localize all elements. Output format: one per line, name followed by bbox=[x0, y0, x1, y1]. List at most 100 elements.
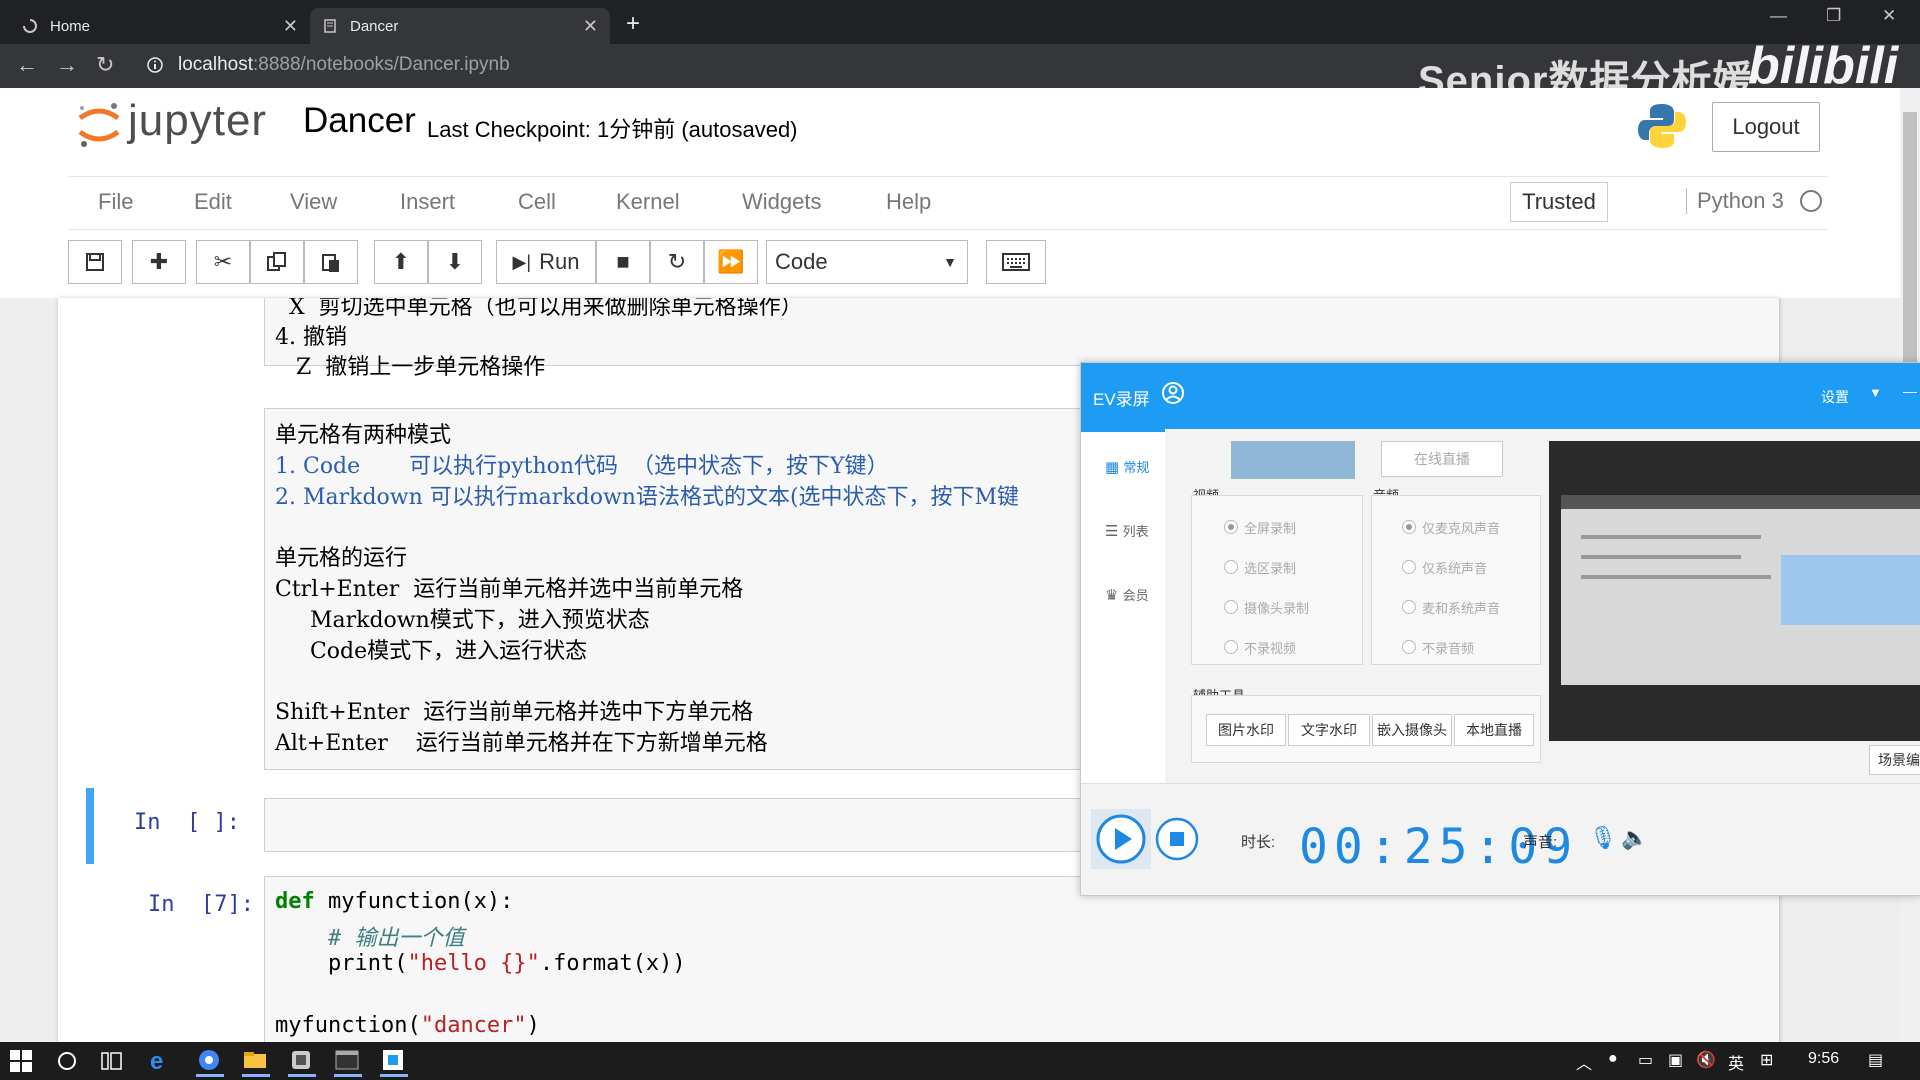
radio-mic-only[interactable] bbox=[1402, 520, 1416, 534]
forward-icon[interactable]: → bbox=[56, 52, 78, 78]
ev-recorder-taskbar-icon[interactable] bbox=[380, 1048, 408, 1077]
radio-fullscreen[interactable] bbox=[1224, 520, 1238, 534]
ev-stop-button[interactable] bbox=[1153, 815, 1201, 863]
ev-scene-editor-button[interactable]: 场景编 bbox=[1869, 745, 1920, 775]
ev-nav-general-label: 常规 bbox=[1123, 460, 1150, 475]
selected-cell-indicator bbox=[86, 788, 94, 864]
ev-nav-list[interactable]: ☰ 列表 bbox=[1105, 521, 1149, 540]
code-string: "dancer" bbox=[420, 1013, 527, 1038]
ev-nav-member[interactable]: ♛ 会员 bbox=[1105, 585, 1149, 604]
menu-kernel[interactable]: Kernel bbox=[616, 189, 680, 215]
terminal-icon[interactable] bbox=[334, 1048, 362, 1077]
menu-widgets[interactable]: Widgets bbox=[742, 189, 821, 215]
menu-file[interactable]: File bbox=[98, 189, 133, 215]
radio-mic-system[interactable] bbox=[1402, 600, 1416, 614]
code-cell-input[interactable]: def myfunction(x): # 输出一个值 print("hello … bbox=[264, 876, 1780, 1042]
menu-help[interactable]: Help bbox=[886, 189, 931, 215]
insert-cell-button[interactable]: ✚ bbox=[132, 240, 186, 284]
speaker-icon[interactable]: 🔈 bbox=[1621, 825, 1648, 851]
reload-icon[interactable]: ↻ bbox=[96, 52, 114, 78]
task-view-icon[interactable] bbox=[100, 1050, 128, 1076]
menu-view[interactable]: View bbox=[290, 189, 337, 215]
tab-home[interactable]: Home ✕ bbox=[10, 8, 310, 44]
close-tab-icon[interactable]: ✕ bbox=[283, 16, 298, 37]
new-tab-icon[interactable]: + bbox=[626, 10, 640, 38]
keyboard-shortcuts-button[interactable] bbox=[986, 240, 1046, 284]
tab-dancer[interactable]: Dancer ✕ bbox=[310, 8, 610, 44]
volume-muted-icon[interactable]: 🔇 bbox=[1696, 1050, 1716, 1070]
tab-home-title: Home bbox=[50, 17, 91, 35]
ev-audio-group: 仅麦克风声音 仅系统声音 麦和系统声音 不录音频 bbox=[1371, 495, 1541, 665]
radio-no-audio[interactable] bbox=[1402, 640, 1416, 654]
restart-button[interactable]: ↻ bbox=[650, 240, 704, 284]
trusted-indicator[interactable]: Trusted bbox=[1510, 182, 1608, 222]
save-button[interactable] bbox=[68, 240, 122, 284]
url-field[interactable]: localhost:8888/notebooks/Dancer.ipynb bbox=[178, 54, 510, 76]
move-up-button[interactable]: ⬆ bbox=[374, 240, 428, 284]
kernel-name[interactable]: Python 3 bbox=[1686, 188, 1784, 214]
run-button[interactable]: ▶| Run bbox=[496, 240, 596, 284]
cell-type-select[interactable]: Code ▼ bbox=[766, 240, 968, 284]
ev-embed-camera-button[interactable]: 嵌入摄像头 bbox=[1372, 714, 1452, 746]
ev-live-button[interactable]: 在线直播 bbox=[1381, 441, 1503, 477]
menu-cell[interactable]: Cell bbox=[518, 189, 556, 215]
radio-system-only[interactable] bbox=[1402, 560, 1416, 574]
info-icon[interactable] bbox=[146, 56, 163, 73]
markdown-line: Code模式下，进入运行状态 bbox=[275, 639, 588, 664]
ev-menu-icon[interactable]: ▼ bbox=[1869, 385, 1882, 400]
tray-app-icon[interactable]: ● bbox=[1608, 1050, 1618, 1068]
user-icon[interactable] bbox=[1161, 381, 1185, 405]
maximize-icon[interactable]: ❐ bbox=[1826, 6, 1841, 26]
play-icon bbox=[1096, 814, 1146, 864]
windows-start-icon[interactable] bbox=[10, 1050, 38, 1076]
cortana-search-icon[interactable] bbox=[56, 1050, 84, 1076]
interrupt-button[interactable]: ■ bbox=[596, 240, 650, 284]
restart-run-all-button[interactable]: ⏩ bbox=[704, 240, 758, 284]
edge-browser-icon[interactable]: e bbox=[150, 1048, 178, 1075]
battery-icon[interactable]: ▭ bbox=[1638, 1050, 1653, 1070]
close-window-icon[interactable]: ✕ bbox=[1882, 6, 1896, 26]
markdown-cell[interactable]: X 剪切选中单元格（也可以用来做删除单元格操作） 4. 撤销 Z 撤销上一步单元… bbox=[264, 298, 1780, 380]
radio-region[interactable] bbox=[1224, 560, 1238, 574]
code-comment: # 输出一个值 bbox=[275, 926, 465, 951]
python-app-icon[interactable] bbox=[288, 1048, 316, 1077]
markdown-line: 1. Code 可以执行python代码 （选中状态下，按下Y键） bbox=[275, 454, 889, 479]
clock[interactable]: 9:56 bbox=[1808, 1050, 1839, 1068]
notebook-name[interactable]: Dancer bbox=[303, 101, 416, 141]
menu-edit[interactable]: Edit bbox=[194, 189, 232, 215]
file-explorer-icon[interactable] bbox=[242, 1048, 270, 1077]
ev-text-watermark-button[interactable]: 文字水印 bbox=[1288, 714, 1370, 746]
close-tab-icon[interactable]: ✕ bbox=[583, 16, 598, 37]
ev-local-live-button[interactable]: 本地直播 bbox=[1454, 714, 1534, 746]
tray-overflow-icon[interactable]: ︿ bbox=[1576, 1050, 1592, 1074]
arrow-down-icon: ⬇ bbox=[445, 249, 465, 274]
move-down-button[interactable]: ⬇ bbox=[428, 240, 482, 284]
notifications-icon[interactable]: ▤ bbox=[1868, 1050, 1883, 1070]
fast-forward-icon: ⏩ bbox=[717, 249, 745, 274]
back-icon[interactable]: ← bbox=[16, 52, 38, 78]
ime-indicator[interactable]: 英 bbox=[1728, 1050, 1744, 1074]
ev-play-button[interactable] bbox=[1095, 813, 1147, 865]
microphone-icon[interactable]: 🎙 bbox=[1589, 825, 1617, 851]
chrome-icon[interactable] bbox=[196, 1048, 224, 1077]
ev-audio-option: 仅麦克风声音 bbox=[1422, 521, 1501, 536]
code-string: "hello {}" bbox=[407, 951, 540, 976]
network-icon[interactable]: ▣ bbox=[1668, 1050, 1683, 1070]
copy-button[interactable] bbox=[250, 240, 304, 284]
ev-settings-link[interactable]: 设置 bbox=[1821, 387, 1849, 407]
cut-button[interactable]: ✂ bbox=[196, 240, 250, 284]
paste-icon bbox=[322, 254, 339, 272]
radio-no-video[interactable] bbox=[1224, 640, 1238, 654]
minimize-icon[interactable]: — bbox=[1770, 6, 1787, 26]
jupyter-logo-icon[interactable] bbox=[76, 100, 122, 150]
radio-camera[interactable] bbox=[1224, 600, 1238, 614]
ev-record-mode-button[interactable] bbox=[1231, 441, 1355, 479]
paste-button[interactable] bbox=[304, 240, 358, 284]
jupyter-logo-text[interactable]: jupyter bbox=[128, 96, 267, 146]
ev-minimize-icon[interactable]: — bbox=[1903, 383, 1917, 399]
logout-button[interactable]: Logout bbox=[1712, 102, 1820, 152]
ev-image-watermark-button[interactable]: 图片水印 bbox=[1206, 714, 1286, 746]
ev-nav-general[interactable]: ▦ 常规 bbox=[1105, 457, 1149, 476]
menu-insert[interactable]: Insert bbox=[400, 189, 455, 215]
ime-mode-icon[interactable]: ⊞ bbox=[1760, 1050, 1773, 1070]
